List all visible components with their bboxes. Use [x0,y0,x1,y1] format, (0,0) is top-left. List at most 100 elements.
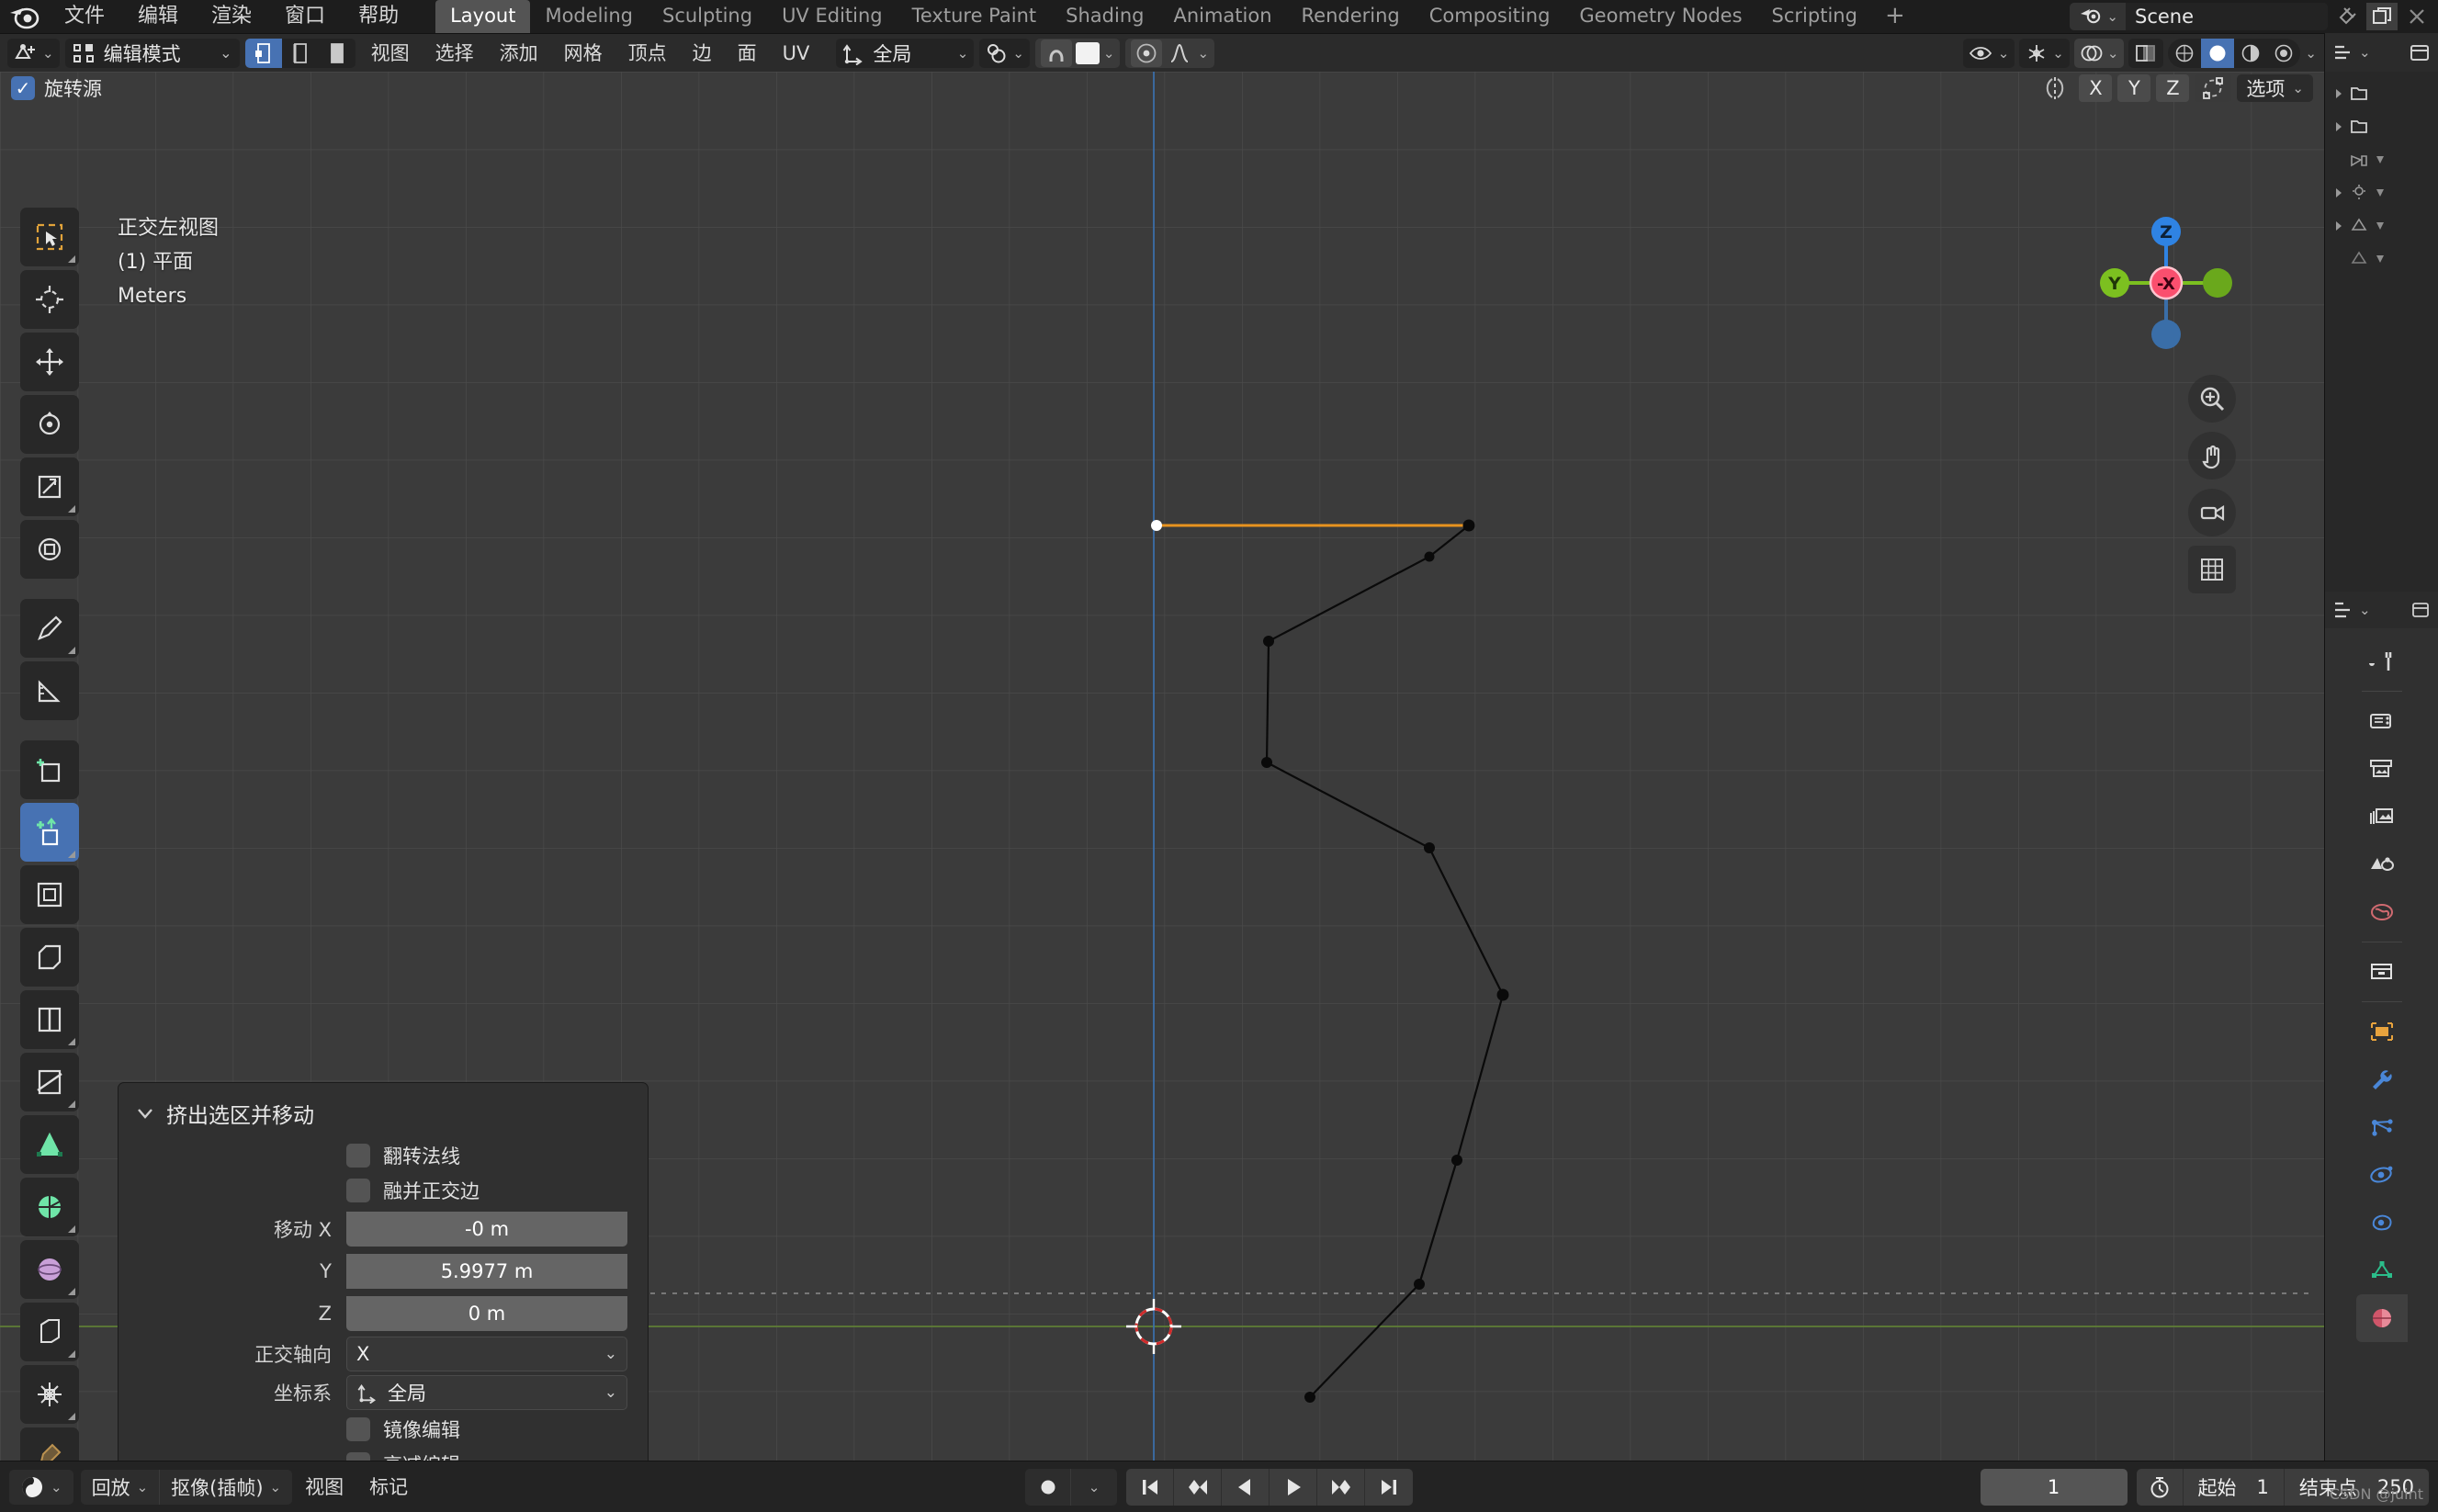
workspace-tab-modeling[interactable]: Modeling [530,0,648,33]
operator-checkbox-proportional-editing[interactable]: 衰减编辑 [119,1447,648,1461]
cursor-tool[interactable] [20,270,79,329]
scene-name-field[interactable]: Scene [2126,3,2328,30]
workspace-tab-shading[interactable]: Shading [1051,0,1158,33]
properties-editor-icon[interactable]: ⌄ [2332,600,2371,620]
rendered-shading-icon[interactable] [2267,39,2300,68]
disclosure-triangle-icon[interactable] [2332,119,2345,134]
smooth-tool[interactable] [20,1240,79,1299]
workspace-tab-compositing[interactable]: Compositing [1415,0,1565,33]
workspace-tab-uv-editing[interactable]: UV Editing [767,0,897,33]
timeline-menu-view[interactable]: 视图 [292,1470,356,1505]
viewport-menu-uv[interactable]: UV [773,39,820,68]
timeline-menu-playback[interactable]: 回放 ⌄ [81,1470,161,1505]
viewport-menu-view[interactable]: 视图 [361,39,420,68]
pivot-point-dropdown[interactable]: ⌄ [979,39,1030,68]
operator-checkbox-mirror-editing[interactable]: 镜像编辑 [119,1412,648,1447]
mirror-axis-y-button[interactable]: Y [2117,74,2150,102]
viewport-menu-face[interactable]: 面 [728,39,767,68]
viewport-menu-mesh[interactable]: 网格 [554,39,613,68]
proportional-editing-icon[interactable] [1131,39,1162,67]
face-select-icon[interactable] [319,39,356,68]
viewport-menu-select[interactable]: 选择 [425,39,484,68]
scene-widget[interactable]: ⌄ Scene [2070,3,2328,30]
extrude-region-tool[interactable] [20,803,79,862]
checkbox-mirror-editing[interactable] [346,1417,370,1441]
current-frame-field[interactable]: 1 [1981,1469,2128,1506]
jump-to-end-icon[interactable] [1365,1469,1413,1506]
edge-select-icon[interactable] [282,39,319,68]
operator-panel-header[interactable]: 挤出选区并移动 [119,1090,648,1138]
material-shading-icon[interactable] [2234,39,2267,68]
play-reverse-icon[interactable] [1222,1469,1270,1506]
filter-icon[interactable] [2410,600,2431,620]
xray-toggle-icon[interactable] [2128,39,2163,68]
menu-render[interactable]: 渲染 [195,0,268,33]
outliner-row[interactable] [2329,77,2434,110]
workspace-tab-animation[interactable]: Animation [1158,0,1286,33]
properties-tab-view-layer[interactable] [2356,793,2408,841]
move-y-field[interactable]: 5.9977 m [346,1254,627,1289]
disclosure-triangle-icon[interactable] [2332,219,2345,233]
properties-tab-render[interactable] [2356,697,2408,745]
outliner-row[interactable] [2329,143,2434,176]
properties-tab-physics[interactable] [2356,1151,2408,1199]
operator-checkbox-dissolve-ortho-edges[interactable]: 融并正交边 [119,1173,648,1208]
move-tool[interactable] [20,333,79,391]
outliner-row[interactable] [2329,110,2434,143]
editor-type-3dview-icon[interactable]: ⌄ [7,39,60,68]
workspace-tab-geometry-nodes[interactable]: Geometry Nodes [1564,0,1756,33]
zoom-icon[interactable] [2188,375,2236,423]
jump-prev-keyframe-icon[interactable] [1174,1469,1222,1506]
checkbox-rotate-source[interactable]: ✓ [11,76,35,100]
auto-keying-dropdown[interactable]: ⌄ [1071,1469,1117,1506]
solid-shading-icon[interactable] [2201,39,2234,68]
edge-slide-tool[interactable] [20,1303,79,1361]
workspace-tab-texture-paint[interactable]: Texture Paint [897,0,1052,33]
outliner-row[interactable] [2329,176,2434,209]
workspace-tab-rendering[interactable]: Rendering [1287,0,1415,33]
add-cube-tool[interactable] [20,740,79,799]
properties-tab-tool[interactable] [2356,638,2408,685]
properties-tab-particles[interactable] [2356,1103,2408,1151]
close-icon[interactable] [2401,3,2432,30]
visibility-dropdown[interactable]: ⌄ [1963,39,2015,68]
checkbox-proportional-editing[interactable] [346,1452,370,1461]
mirror-axis-z-button[interactable]: Z [2156,74,2189,102]
properties-tab-object[interactable] [2356,1008,2408,1055]
properties-tab-modifier[interactable] [2356,1055,2408,1103]
scale-tool[interactable] [20,457,79,516]
interaction-mode-dropdown[interactable]: 编辑模式 ⌄ [65,39,240,68]
new-scene-icon[interactable] [2366,3,2398,30]
bevel-tool[interactable] [20,928,79,987]
properties-tab-output[interactable] [2356,745,2408,793]
transform-orientation-dropdown[interactable]: 全局 ⌄ [836,39,974,68]
camera-view-icon[interactable] [2188,489,2236,536]
measure-tool[interactable] [20,661,79,720]
chevron-down-icon[interactable]: ⌄ [2305,45,2317,62]
snap-individual-icon[interactable] [2195,74,2231,102]
disclosure-triangle-icon[interactable] [2373,219,2387,233]
properties-tab-object-data[interactable] [2356,1247,2408,1294]
checkbox-flip-normals[interactable] [346,1144,370,1168]
timeline-editor-type[interactable]: ⌄ [9,1470,73,1505]
menu-window[interactable]: 窗口 [268,0,342,33]
pin-icon[interactable] [2331,3,2363,30]
3d-viewport[interactable]: 正交左视图 (1) 平面 Meters [0,72,2324,1461]
viewport-options-dropdown[interactable]: 选项 ⌄ [2237,74,2313,102]
gizmo-dropdown[interactable]: ⌄ [2019,39,2070,68]
disclosure-triangle-icon[interactable] [2373,186,2387,200]
wireframe-shading-icon[interactable] [2168,39,2201,68]
mirror-axis-x-button[interactable]: X [2079,74,2112,102]
mirror-x-icon[interactable] [2037,74,2073,102]
scene-browse-icon[interactable]: ⌄ [2070,3,2126,30]
checkbox-dissolve-ortho-edges[interactable] [346,1179,370,1202]
outliner-editor[interactable]: ⌄ [2324,33,2438,592]
operator-redo-panel[interactable]: 挤出选区并移动 翻转法线 融并正交边 移动 X -0 m Y [118,1082,649,1461]
outliner-row[interactable] [2329,209,2434,243]
jump-to-start-icon[interactable] [1126,1469,1174,1506]
blender-logo-icon[interactable] [0,0,48,33]
snap-magnet-icon[interactable] [1041,39,1072,67]
menu-help[interactable]: 帮助 [342,0,415,33]
snap-target-icon[interactable] [1076,42,1100,64]
toggle-ortho-grid-icon[interactable] [2188,546,2236,593]
